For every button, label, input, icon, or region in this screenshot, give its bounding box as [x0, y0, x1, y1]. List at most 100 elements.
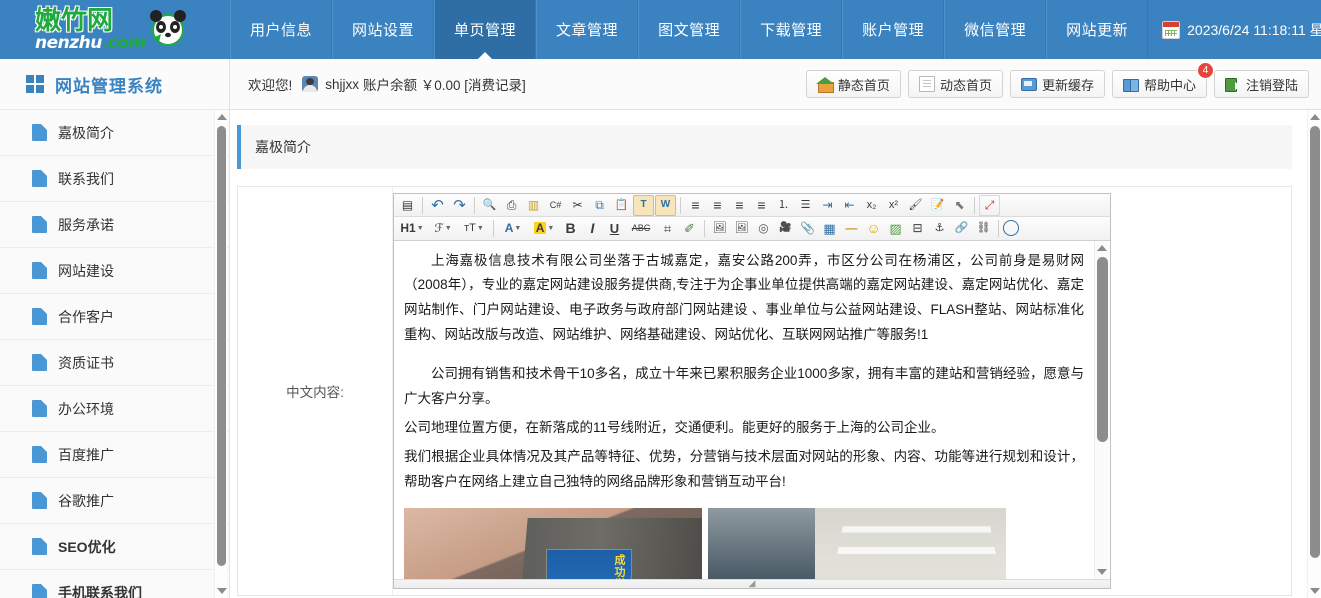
eraser-icon[interactable]: ✐	[679, 218, 700, 239]
insert-image-icon[interactable]: 🖼	[709, 218, 730, 239]
background-color-icon[interactable]: A ▼	[529, 218, 559, 239]
ordered-list-icon[interactable]: ⒈	[773, 195, 794, 216]
editor-content-body[interactable]: 上海嘉极信息技术有限公司坐落于古城嘉定，嘉安公路200弄，市区分公司在杨浦区，公…	[394, 240, 1110, 579]
sidebar-item-office-environment[interactable]: 办公环境	[0, 386, 229, 432]
template-icon[interactable]: ▥	[523, 195, 544, 216]
rich-text-editor[interactable]: ▤ ↶ ↷ 🔍 ⎙ ▥ C# ✂ ⧉ 📋 T W ≡ ≡ ≡ ≡ ⒈ ☰ ⇥ ⇤…	[393, 193, 1111, 589]
align-left-icon[interactable]: ≡	[685, 195, 706, 216]
font-family-select[interactable]: ℱ ▼	[428, 218, 458, 239]
editor-scrollbar[interactable]	[1094, 240, 1109, 579]
site-logo[interactable]: 嫩竹网 nenzhu.com	[0, 0, 230, 59]
sidebar-scrollbar[interactable]	[214, 110, 227, 598]
dynamic-homepage-button[interactable]: 动态首页	[907, 70, 1003, 98]
nav-tab-site-settings[interactable]: 网站设置	[332, 0, 435, 59]
strikethrough-icon[interactable]: ABC	[626, 218, 656, 239]
attachment-icon[interactable]: 📎	[797, 218, 818, 239]
nav-tab-single-page-management[interactable]: 单页管理	[434, 0, 537, 60]
sidebar-scroll-thumb[interactable]	[217, 126, 226, 566]
insert-video-icon[interactable]: 🎥	[775, 218, 796, 239]
sidebar-item-partners[interactable]: 合作客户	[0, 294, 229, 340]
select-cursor-icon[interactable]: ⬉	[949, 195, 970, 216]
file-icon	[32, 124, 47, 141]
scroll-up-arrow-icon[interactable]	[217, 114, 227, 120]
sidebar-item-company-intro[interactable]: 嘉极简介	[0, 110, 229, 156]
nav-tab-image-text-management[interactable]: 图文管理	[638, 0, 741, 59]
anchor-icon[interactable]: ⚓	[929, 218, 950, 239]
nav-tab-user-info[interactable]: 用户信息	[230, 0, 333, 59]
bold-icon[interactable]: B	[560, 218, 581, 239]
nav-tab-label: 微信管理	[964, 22, 1027, 39]
editor-scroll-thumb[interactable]	[1097, 256, 1108, 442]
horizontal-rule-icon[interactable]: —	[841, 218, 862, 239]
subscript-icon[interactable]: x₂	[861, 195, 882, 216]
border-icon[interactable]: ⌗	[657, 218, 678, 239]
redo-icon[interactable]: ↷	[449, 195, 470, 216]
code-icon[interactable]: C#	[545, 195, 566, 216]
insert-table-icon[interactable]: ▦	[819, 218, 840, 239]
office-photo-entrance[interactable]	[404, 508, 702, 579]
outdent-icon[interactable]: ⇤	[839, 195, 860, 216]
cut-icon[interactable]: ✂	[567, 195, 588, 216]
static-homepage-button[interactable]: 静态首页	[805, 70, 901, 98]
sidebar-item-mobile-contact-us[interactable]: 手机联系我们	[0, 570, 229, 598]
superscript-icon[interactable]: x²	[883, 195, 904, 216]
sidebar-title: 网站管理系统	[55, 76, 163, 96]
office-photo-interior[interactable]	[708, 508, 1006, 579]
link-icon[interactable]: 🔗	[951, 218, 972, 239]
source-icon[interactable]: ▤	[397, 195, 418, 216]
sidebar-item-seo-optimization[interactable]: SEO优化	[0, 524, 229, 570]
insert-flash-icon[interactable]: ◎	[753, 218, 774, 239]
font-size-select[interactable]: ᴛT ▼	[459, 218, 489, 239]
about-icon[interactable]	[1003, 220, 1019, 237]
italic-icon[interactable]: I	[582, 218, 603, 239]
preview-icon[interactable]: 🔍	[479, 195, 500, 216]
insert-multi-image-icon[interactable]: 🖼	[731, 218, 752, 239]
help-center-button[interactable]: 帮助中心 4	[1111, 63, 1213, 98]
align-right-icon[interactable]: ≡	[729, 195, 750, 216]
heading-select[interactable]: H1 ▼	[397, 218, 427, 239]
nav-tab-download-management[interactable]: 下载管理	[740, 0, 843, 59]
nav-tab-wechat-management[interactable]: 微信管理	[944, 0, 1047, 59]
insert-chart-icon[interactable]: ▨	[885, 218, 906, 239]
page-scroll-thumb[interactable]	[1310, 126, 1320, 558]
scroll-down-arrow-icon[interactable]	[1097, 568, 1107, 575]
file-icon	[32, 308, 47, 325]
sidebar-item-qualification-certificates[interactable]: 资质证书	[0, 340, 229, 386]
spellcheck-icon[interactable]: 📝	[927, 195, 948, 216]
maximize-icon[interactable]: ⤢	[979, 194, 1000, 216]
paste-icon[interactable]: 📋	[611, 195, 632, 216]
sidebar-item-service-promise[interactable]: 服务承诺	[0, 202, 229, 248]
sidebar-item-contact-us[interactable]: 联系我们	[0, 156, 229, 202]
text-color-icon[interactable]: A ▼	[498, 218, 528, 239]
nav-tab-account-management[interactable]: 账户管理	[842, 0, 945, 59]
indent-icon[interactable]: ⇥	[817, 195, 838, 216]
paste-from-word-icon[interactable]: W	[655, 194, 676, 216]
emoticon-icon[interactable]: ☺	[863, 218, 884, 239]
undo-icon[interactable]: ↶	[427, 195, 448, 216]
logout-button[interactable]: 注销登陆	[1213, 70, 1309, 98]
scroll-up-arrow-icon[interactable]	[1097, 244, 1107, 251]
sidebar-item-google-promotion[interactable]: 谷歌推广	[0, 478, 229, 524]
nav-tab-label: 用户信息	[250, 22, 313, 39]
paste-text-icon[interactable]: T	[633, 194, 654, 216]
nav-tab-article-management[interactable]: 文章管理	[536, 0, 639, 59]
print-icon[interactable]: ⎙	[501, 195, 522, 216]
clear-format-icon[interactable]: 🖌	[905, 195, 926, 216]
align-center-icon[interactable]: ≡	[707, 195, 728, 216]
unlink-icon[interactable]: ⛓	[973, 218, 994, 239]
sidebar-item-website-construction[interactable]: 网站建设	[0, 248, 229, 294]
underline-icon[interactable]: U	[604, 218, 625, 239]
scroll-up-arrow-icon[interactable]	[1310, 114, 1320, 120]
copy-icon[interactable]: ⧉	[589, 195, 610, 216]
scroll-down-arrow-icon[interactable]	[217, 588, 227, 594]
refresh-cache-button[interactable]: 更新缓存	[1009, 70, 1105, 98]
sidebar-item-baidu-promotion[interactable]: 百度推广	[0, 432, 229, 478]
editor-resize-handle[interactable]: ◢	[394, 578, 1110, 588]
scroll-down-arrow-icon[interactable]	[1310, 588, 1320, 594]
toolbar-separator	[422, 196, 423, 214]
unordered-list-icon[interactable]: ☰	[795, 195, 816, 216]
page-break-icon[interactable]: ⊟	[907, 218, 928, 239]
page-scrollbar[interactable]	[1307, 110, 1321, 598]
align-justify-icon[interactable]: ≡	[751, 195, 772, 216]
nav-tab-site-update[interactable]: 网站更新	[1046, 0, 1149, 59]
